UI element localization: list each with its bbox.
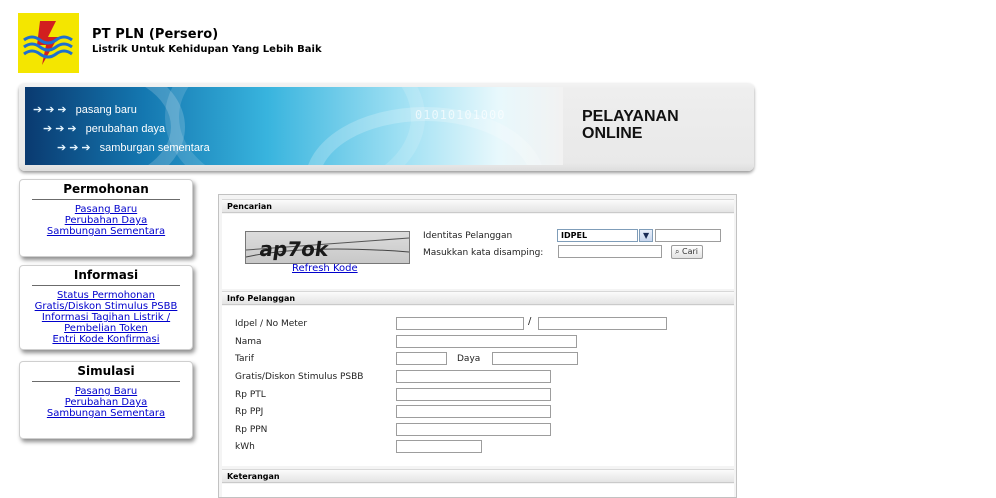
daya-field[interactable]: [492, 352, 578, 365]
sidebar-link-pasang-baru[interactable]: Pasang Baru: [20, 204, 192, 215]
banner-link-label: perubahan daya: [85, 123, 166, 135]
rp-ppn-label: Rp PPN: [235, 425, 268, 435]
company-tagline: Listrik Untuk Kehidupan Yang Lebih Baik: [92, 44, 322, 55]
divider: [32, 381, 180, 382]
sidebar-link-perubahan-daya[interactable]: Perubahan Daya: [20, 215, 192, 226]
tarif-label: Tarif: [235, 354, 254, 364]
banner-title-line1: PELAYANAN: [582, 108, 679, 125]
sidebar-link-entri-kode[interactable]: Entri Kode Konfirmasi: [20, 334, 192, 345]
identitas-select[interactable]: IDPEL: [557, 229, 638, 242]
nama-label: Nama: [235, 337, 262, 347]
svg-text:ap7ok: ap7ok: [258, 237, 331, 261]
no-meter-field[interactable]: [538, 317, 667, 330]
sidebar-link-status-permohonan[interactable]: Status Permohonan: [20, 290, 192, 301]
chevron-down-icon: ▼: [643, 231, 650, 240]
keterangan-section: [222, 484, 734, 497]
tarif-field[interactable]: [396, 352, 447, 365]
refresh-captcha-link[interactable]: Refresh Kode: [292, 263, 358, 274]
search-button-label: Cari: [682, 247, 699, 256]
pln-logo: [18, 13, 79, 73]
banner-link-label: pasang baru: [75, 104, 137, 116]
sidebar-link-informasi-tagihan[interactable]: Informasi Tagihan Listrik /: [20, 312, 192, 323]
info-pelanggan-section: Idpel / No Meter / Nama Tarif Daya Grati…: [222, 306, 734, 466]
banner-link-pasang-baru[interactable]: ➔➔➔ pasang baru: [33, 103, 137, 116]
sidebar-link-sim-perubahan-daya[interactable]: Perubahan Daya: [20, 397, 192, 408]
rp-ptl-label: Rp PTL: [235, 390, 266, 400]
rp-ppj-field[interactable]: [396, 405, 551, 418]
sidebar-link-sim-sambungan-sementara[interactable]: Sambungan Sementara: [20, 408, 192, 419]
daya-label: Daya: [457, 354, 481, 364]
banner-link-perubahan-daya[interactable]: ➔➔➔ perubahan daya: [43, 122, 165, 135]
identitas-input[interactable]: [655, 229, 721, 242]
rp-ppj-label: Rp PPJ: [235, 407, 264, 417]
captcha-image: ap7ok: [245, 231, 410, 264]
pencarian-section: ap7ok Refresh Kode Identitas Pelanggan I…: [222, 214, 734, 289]
company-name: PT PLN (Persero): [92, 27, 219, 42]
sidebar-simulasi: Simulasi Pasang Baru Perubahan Daya Samb…: [19, 361, 193, 439]
main-panel: Pencarian ap7ok Refresh Kode Identitas P…: [218, 194, 737, 498]
kwh-field[interactable]: [396, 440, 482, 453]
banner-title: PELAYANAN ONLINE: [582, 108, 679, 142]
identitas-dropdown-button[interactable]: ▼: [639, 229, 653, 242]
idpel-label: Idpel / No Meter: [235, 319, 308, 329]
keterangan-header: Keterangan: [222, 469, 734, 483]
captcha-input-label: Masukkan kata disamping:: [423, 248, 544, 258]
sidebar-permohonan: Permohonan Pasang Baru Perubahan Daya Sa…: [19, 179, 193, 257]
idpel-field[interactable]: [396, 317, 524, 330]
rp-ppn-field[interactable]: [396, 423, 551, 436]
banner-link-sambungan-sementara[interactable]: ➔➔➔ samburgan sementara: [57, 141, 210, 154]
sidebar-link-sim-pasang-baru[interactable]: Pasang Baru: [20, 386, 192, 397]
banner: 01010101000 ➔➔➔ pasang baru ➔➔➔ perubahan …: [19, 83, 754, 171]
search-icon: ⌕: [675, 247, 680, 256]
nama-field[interactable]: [396, 335, 577, 348]
divider: [32, 199, 180, 200]
banner-title-line2: ONLINE: [582, 125, 643, 142]
sidebar-simulasi-title: Simulasi: [77, 364, 135, 378]
lightning-logo-icon: [23, 21, 73, 65]
sidebar-link-sambungan-sementara[interactable]: Sambungan Sementara: [20, 226, 192, 237]
sidebar-link-gratis-diskon[interactable]: Gratis/Diskon Stimulus PSBB: [20, 301, 192, 312]
arrow-icon: ➔➔➔: [33, 104, 70, 116]
captcha-input[interactable]: [558, 245, 662, 258]
identitas-label: Identitas Pelanggan: [423, 231, 513, 241]
arrow-icon: ➔➔➔: [57, 142, 94, 154]
sidebar-permohonan-title: Permohonan: [63, 182, 149, 196]
sidebar-informasi-title: Informasi: [73, 268, 139, 282]
binary-decoration: 01010101000: [415, 108, 506, 122]
gratis-diskon-label: Gratis/Diskon Stimulus PSBB: [235, 372, 364, 382]
search-button[interactable]: ⌕ Cari: [671, 245, 704, 259]
arrow-icon: ➔➔➔: [43, 123, 80, 135]
info-pelanggan-header: Info Pelanggan: [222, 291, 734, 305]
divider: [32, 285, 180, 286]
pencarian-header: Pencarian: [222, 199, 734, 213]
rp-ptl-field[interactable]: [396, 388, 551, 401]
sidebar-link-pembelian-token[interactable]: Pembelian Token: [20, 323, 192, 334]
banner-link-label: samburgan sementara: [99, 142, 210, 154]
kwh-label: kWh: [235, 442, 255, 452]
idpel-separator: /: [528, 316, 532, 327]
sidebar-informasi: Informasi Status Permohonan Gratis/Disko…: [19, 265, 193, 350]
gratis-diskon-field[interactable]: [396, 370, 551, 383]
